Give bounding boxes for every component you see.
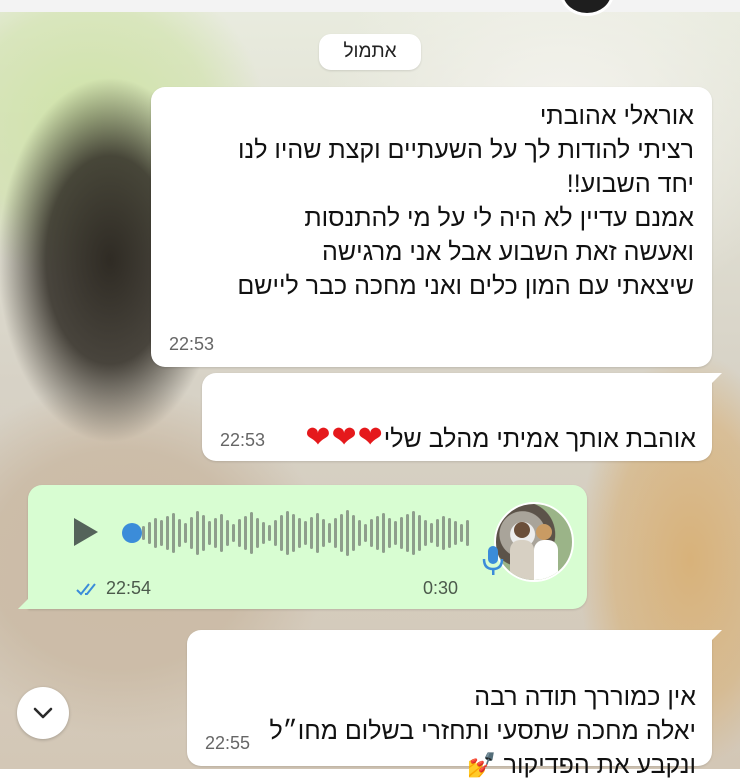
mic-icon — [482, 546, 504, 575]
waveform-bar — [400, 517, 403, 549]
message-time: 22:55 — [205, 733, 251, 753]
waveform-bar — [178, 519, 181, 547]
voice-time: 22:54 — [76, 578, 151, 599]
waveform-bar — [436, 519, 439, 547]
waveform-bar — [226, 520, 229, 546]
waveform-bar — [172, 513, 175, 553]
voice-duration: 0:30 — [423, 578, 459, 598]
waveform-bar — [412, 511, 415, 555]
heart-emoji: ❤❤❤ — [305, 421, 384, 454]
message-bubble[interactable]: אוהבת אותך אמיתי מהלב שלי❤❤❤ 22:53 — [202, 373, 722, 461]
chevron-down-icon — [33, 707, 53, 719]
waveform-bar — [220, 514, 223, 552]
top-bar — [0, 0, 740, 16]
waveform-bar — [256, 518, 259, 548]
nail-polish-emoji: 💅 — [466, 752, 497, 779]
waveform-bar — [268, 525, 271, 541]
waveform-bar — [424, 520, 427, 546]
waveform-bar — [196, 511, 199, 555]
waveform-bar — [364, 524, 367, 542]
waveform[interactable] — [120, 508, 470, 558]
waveform-bar — [154, 518, 157, 548]
play-icon[interactable] — [68, 515, 102, 549]
waveform-bar — [406, 514, 409, 552]
waveform-bar — [292, 514, 295, 552]
waveform-bar — [460, 524, 463, 542]
date-separator: אתמול — [319, 34, 421, 70]
waveform-bar — [370, 519, 373, 547]
message-time: 22:54 — [106, 578, 152, 598]
waveform-bar — [358, 520, 361, 546]
message-time: 22:53 — [169, 334, 215, 354]
message-text-line: אוהבת אותך אמיתי מהלב שלי❤❤❤ — [216, 387, 696, 456]
waveform-bar — [328, 523, 331, 543]
message-text: אוראלי אהובתי רציתי להודות לך על השעתיים… — [237, 102, 694, 300]
waveform-bar — [334, 518, 337, 548]
playback-position-handle[interactable] — [122, 523, 142, 543]
message-time: 22:53 — [220, 430, 266, 450]
waveform-bar — [388, 518, 391, 548]
waveform-bar — [214, 518, 217, 548]
waveform-bar — [202, 515, 205, 551]
waveform-bar — [184, 523, 187, 543]
waveform-bar — [274, 520, 277, 546]
waveform-bar — [280, 515, 283, 551]
waveform-bar — [298, 518, 301, 548]
waveform-bar — [286, 511, 289, 555]
waveform-bar — [466, 520, 469, 546]
waveform-bar — [232, 524, 235, 542]
waveform-bar — [244, 516, 247, 550]
message-text-wrapper: אין כמוררך תודה רבה יאלה מחכה שתסעי ותחז… — [196, 646, 696, 783]
voice-message-bubble[interactable]: 22:54 0:30 — [18, 485, 587, 609]
waveform-bar — [238, 519, 241, 547]
sender-avatar — [494, 502, 574, 582]
message-bubble[interactable]: אין כמוררך תודה רבה יאלה מחכה שתסעי ותחז… — [187, 630, 722, 779]
waveform-bar — [382, 513, 385, 553]
waveform-bar — [430, 523, 433, 543]
waveform-bar — [160, 520, 163, 546]
message-bubble[interactable]: אוראלי אהובתי רציתי להודות לך על השעתיים… — [151, 87, 712, 367]
waveform-bar — [316, 513, 319, 553]
waveform-bar — [322, 519, 325, 547]
scroll-down-button[interactable] — [17, 687, 69, 739]
waveform-bar — [346, 510, 349, 556]
waveform-bar — [208, 521, 211, 545]
waveform-bar — [448, 518, 451, 548]
waveform-bar — [418, 515, 421, 551]
waveform-bar — [250, 512, 253, 554]
waveform-bar — [190, 517, 193, 549]
waveform-bar — [142, 526, 145, 540]
waveform-bar — [376, 516, 379, 550]
waveform-bar — [304, 521, 307, 545]
waveform-bar — [148, 522, 151, 544]
waveform-bar — [166, 516, 169, 550]
waveform-bar — [310, 517, 313, 549]
waveform-bar — [454, 521, 457, 545]
waveform-bar — [340, 514, 343, 552]
waveform-bar — [352, 515, 355, 551]
waveform-bar — [262, 522, 265, 544]
message-text: אוהבת אותך אמיתי מהלב שלי — [383, 425, 696, 453]
waveform-bar — [394, 521, 397, 545]
waveform-bar — [442, 516, 445, 550]
double-check-icon — [76, 582, 96, 595]
